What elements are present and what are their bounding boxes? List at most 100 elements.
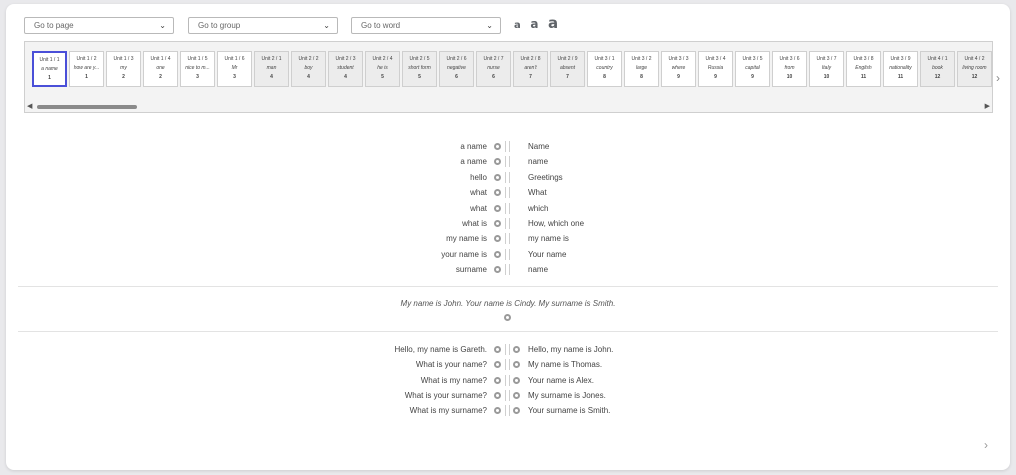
play-audio-icon[interactable]	[494, 346, 501, 353]
tile-number: 7	[529, 74, 532, 80]
play-audio-icon[interactable]	[494, 143, 501, 150]
word-tile[interactable]: Unit 1 / 4 one 2	[143, 51, 178, 87]
tile-unit: Unit 3 / 7	[816, 56, 837, 62]
example-sentence: My name is John. Your name is Cindy. My …	[400, 299, 616, 308]
font-size-medium-button[interactable]: a	[530, 17, 538, 31]
play-audio-icon[interactable]	[513, 376, 520, 384]
word-tile[interactable]: Unit 2 / 8 aren't 7	[513, 51, 548, 87]
separator	[505, 405, 506, 417]
word-tile[interactable]: Unit 1 / 3 my 2	[106, 51, 141, 87]
divider	[18, 331, 998, 332]
tile-word: nice to m...	[185, 65, 210, 71]
word-tile[interactable]: Unit 2 / 3 student 4	[328, 51, 363, 87]
play-audio-icon[interactable]	[494, 250, 501, 258]
tile-word: large	[635, 65, 648, 71]
tile-unit: Unit 1 / 3	[113, 56, 134, 62]
play-audio-icon[interactable]	[513, 407, 520, 415]
play-audio-icon[interactable]	[494, 220, 501, 227]
word-tile[interactable]: Unit 3 / 1 country 8	[587, 51, 622, 87]
play-audio-icon[interactable]	[494, 173, 501, 181]
play-audio-icon[interactable]	[513, 391, 520, 399]
separator	[505, 374, 506, 386]
tile-unit: Unit 2 / 4	[372, 56, 393, 62]
tile-number: 1	[48, 75, 51, 81]
tile-unit: Unit 3 / 9	[890, 56, 911, 62]
play-audio-icon[interactable]	[513, 346, 520, 353]
play-audio-icon[interactable]	[494, 235, 501, 243]
play-audio-icon[interactable]	[494, 189, 501, 197]
font-size-large-button[interactable]: a	[548, 14, 558, 32]
play-audio-icon[interactable]	[494, 376, 501, 384]
word-tile[interactable]: Unit 3 / 4 Russia 9	[698, 51, 733, 87]
vocab-translation: Your name	[528, 249, 567, 259]
word-tile[interactable]: Unit 4 / 2 living room 12	[957, 51, 992, 87]
separator	[505, 187, 506, 199]
separator	[505, 171, 506, 183]
word-tile[interactable]: Unit 1 / 5 nice to m... 3	[180, 51, 215, 87]
word-tile[interactable]: Unit 2 / 1 man 4	[254, 51, 289, 87]
next-page-arrow[interactable]: ›	[984, 438, 988, 452]
tile-unit: Unit 1 / 4	[150, 56, 171, 62]
word-tile[interactable]: Unit 3 / 8 English 11	[846, 51, 881, 87]
play-audio-icon[interactable]	[494, 158, 501, 166]
go-to-page-select[interactable]: Go to page ⌄	[24, 17, 174, 34]
word-tile[interactable]: Unit 2 / 2 boy 4	[291, 51, 326, 87]
play-audio-icon[interactable]	[494, 407, 501, 415]
tile-word: student	[337, 65, 354, 71]
word-tile[interactable]: Unit 3 / 5 capital 9	[735, 51, 770, 87]
word-tile[interactable]: Unit 1 / 1 a name 1	[32, 51, 67, 87]
tile-unit: Unit 3 / 2	[631, 56, 652, 62]
tile-unit: Unit 2 / 6	[446, 56, 467, 62]
word-tile[interactable]: Unit 3 / 9 nationality 11	[883, 51, 918, 87]
word-tile[interactable]: Unit 2 / 5 short form 5	[402, 51, 437, 87]
tile-unit: Unit 3 / 1	[594, 56, 615, 62]
tile-number: 1	[85, 74, 88, 80]
font-size-small-button[interactable]: a	[514, 20, 521, 31]
word-tile[interactable]: Unit 3 / 2 large 8	[624, 51, 659, 87]
vocab-translation: name	[528, 265, 549, 275]
word-tile[interactable]: Unit 3 / 3 where 9	[661, 51, 696, 87]
play-sentence-icon[interactable]	[504, 314, 511, 321]
tile-word: nurse	[487, 65, 500, 71]
tile-word: Mr	[231, 65, 238, 71]
tile-number: 5	[418, 74, 421, 80]
tile-number: 5	[381, 74, 384, 80]
tile-number: 12	[971, 74, 978, 80]
scroll-left-arrow[interactable]: ◀	[27, 102, 32, 110]
separator	[505, 233, 506, 245]
word-tile[interactable]: Unit 4 / 1 book 12	[920, 51, 955, 87]
word-tile[interactable]: Unit 3 / 6 from 10	[772, 51, 807, 87]
word-tile[interactable]: Unit 1 / 2 how are y... 1	[69, 51, 104, 87]
tile-word: country	[596, 65, 613, 71]
tile-word: he is	[377, 65, 388, 71]
word-tile[interactable]: Unit 2 / 9 absent 7	[550, 51, 585, 87]
tile-number: 2	[159, 74, 162, 80]
horizontal-scrollbar-thumb[interactable]	[37, 105, 137, 109]
scroll-right-arrow[interactable]: ▶	[985, 102, 990, 110]
vocab-source: hello	[470, 172, 487, 182]
word-tile[interactable]: Unit 3 / 7 Italy 10	[809, 51, 844, 87]
tile-unit: Unit 2 / 9	[557, 56, 578, 62]
play-audio-icon[interactable]	[494, 391, 501, 399]
play-audio-icon[interactable]	[513, 361, 520, 369]
go-to-group-select[interactable]: Go to group ⌄	[188, 17, 338, 34]
go-to-word-select[interactable]: Go to word ⌄	[351, 17, 501, 34]
word-tile[interactable]: Unit 2 / 6 negative 6	[439, 51, 474, 87]
word-tile[interactable]: Unit 2 / 4 he is 5	[365, 51, 400, 87]
play-audio-icon[interactable]	[494, 204, 501, 212]
tile-word: negative	[447, 65, 466, 71]
vocab-source: a name	[460, 142, 487, 151]
chevron-down-icon: ⌄	[159, 21, 166, 30]
word-tile[interactable]: Unit 1 / 6 Mr 3	[217, 51, 252, 87]
tile-number: 9	[677, 74, 680, 80]
go-to-group-label: Go to group	[198, 21, 241, 30]
play-audio-icon[interactable]	[494, 361, 501, 369]
dialog-source: Hello, my name is Gareth.	[394, 345, 487, 354]
word-tile[interactable]: Unit 2 / 7 nurse 6	[476, 51, 511, 87]
tile-word: man	[266, 65, 277, 71]
separator	[505, 389, 506, 401]
tiles-next-arrow[interactable]: ›	[996, 71, 1000, 85]
tile-unit: Unit 1 / 6	[224, 56, 245, 62]
play-audio-icon[interactable]	[494, 266, 501, 274]
tile-unit: Unit 3 / 8	[853, 56, 874, 62]
